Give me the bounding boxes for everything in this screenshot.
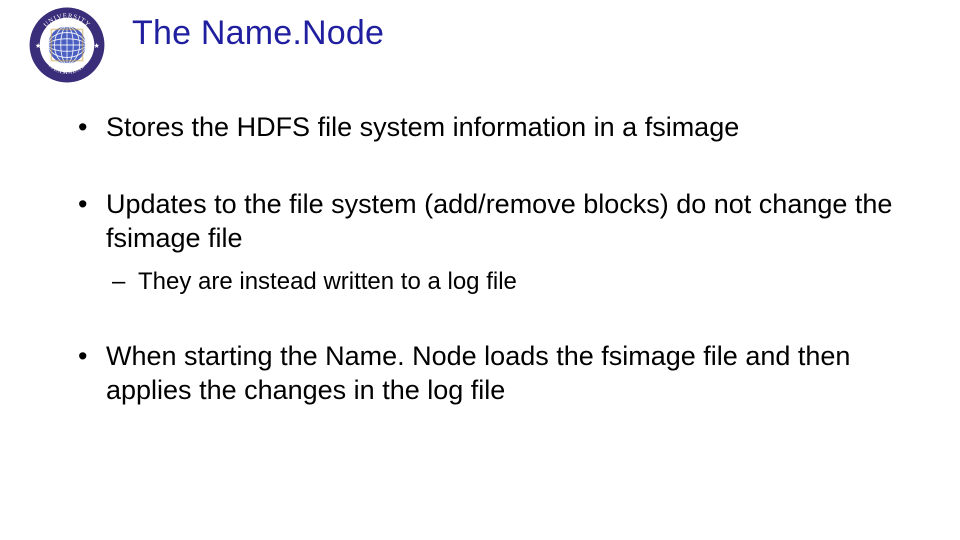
slide-title: The Name.Node bbox=[132, 14, 384, 53]
sub-bullet-text: They are instead written to a log file bbox=[138, 268, 517, 295]
bullet-text: Updates to the file system (add/remove b… bbox=[106, 189, 892, 254]
svg-text:★: ★ bbox=[35, 42, 41, 50]
logo-svg: UNIVERSITY ISLAMABAD ★ ★ bbox=[28, 6, 106, 84]
sub-bullet-item: They are instead written to a log file bbox=[106, 266, 920, 297]
slide: UNIVERSITY ISLAMABAD ★ ★ The Name.Node S… bbox=[0, 0, 960, 540]
sub-bullet-list: They are instead written to a log file bbox=[106, 266, 920, 297]
bullet-text: When starting the Name. Node loads the f… bbox=[106, 341, 850, 406]
slide-content: Stores the HDFS file system information … bbox=[70, 110, 920, 450]
bullet-item: When starting the Name. Node loads the f… bbox=[70, 339, 920, 408]
bullet-item: Updates to the file system (add/remove b… bbox=[70, 187, 920, 297]
bullet-text: Stores the HDFS file system information … bbox=[106, 112, 739, 142]
bullet-list: Stores the HDFS file system information … bbox=[70, 110, 920, 408]
bullet-item: Stores the HDFS file system information … bbox=[70, 110, 920, 145]
university-logo: UNIVERSITY ISLAMABAD ★ ★ bbox=[28, 6, 106, 84]
svg-text:★: ★ bbox=[94, 42, 100, 50]
